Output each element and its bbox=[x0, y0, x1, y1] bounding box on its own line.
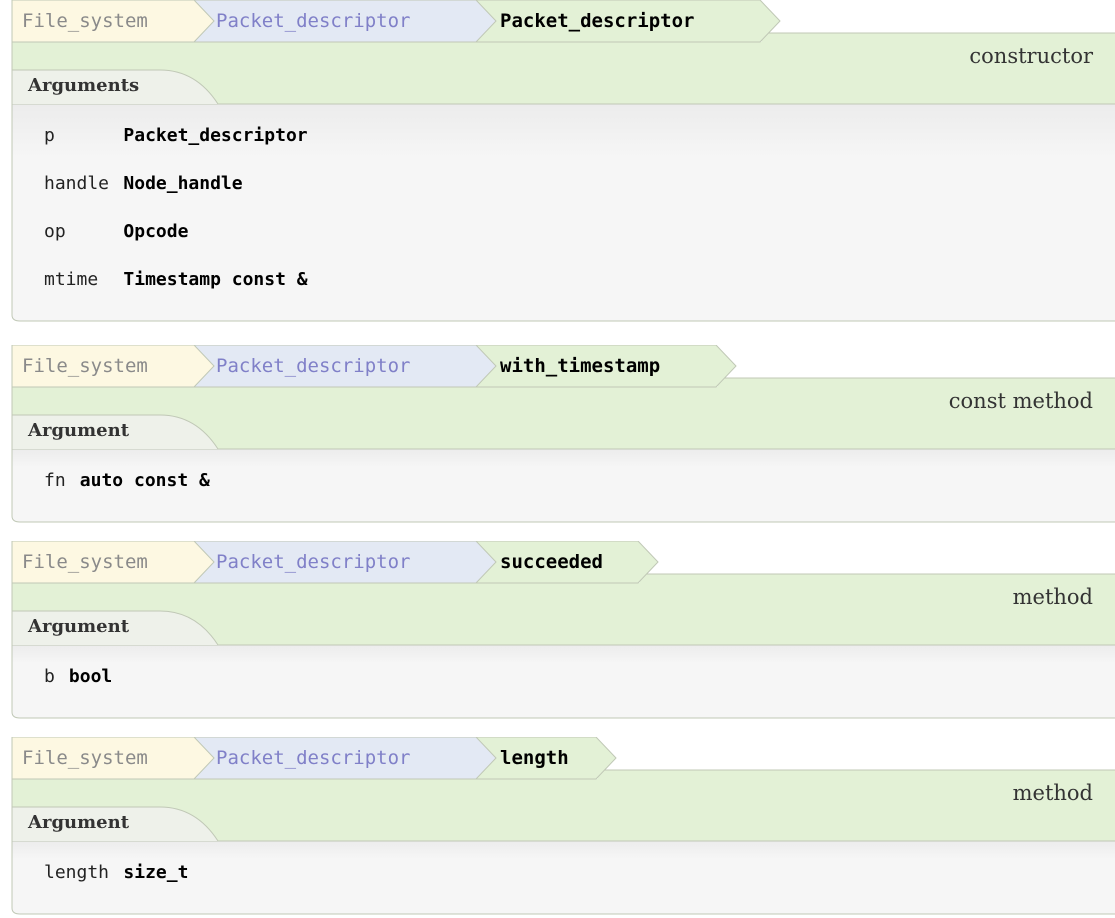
arguments-label: Argument bbox=[28, 812, 130, 833]
crumb-namespace[interactable]: File_system bbox=[22, 345, 148, 387]
argument-row: handle Node_handle bbox=[44, 160, 243, 208]
crumb-namespace[interactable]: File_system bbox=[22, 0, 148, 42]
crumb-namespace[interactable]: File_system bbox=[22, 541, 148, 583]
doc-entry: File_system Packet_descriptor with_timesta… bbox=[0, 345, 1115, 526]
crumb-member: succeeded bbox=[500, 551, 603, 573]
member-kind: const method bbox=[948, 389, 1093, 413]
argument-type[interactable]: auto const & bbox=[80, 457, 210, 505]
member-kind: method bbox=[1012, 585, 1093, 609]
crumb-member: length bbox=[500, 747, 569, 769]
argument-name: length bbox=[44, 862, 110, 883]
argument-name: b bbox=[44, 666, 55, 687]
argument-type[interactable]: Opcode bbox=[123, 208, 188, 256]
argument-name: fn bbox=[44, 470, 66, 491]
arguments-panel bbox=[11, 644, 1115, 719]
argument-row: b bool bbox=[44, 653, 112, 701]
crumb-namespace[interactable]: File_system bbox=[22, 737, 148, 779]
doc-entry: File_system Packet_descriptor Packet_descr… bbox=[0, 0, 1115, 325]
argument-row: length size_t bbox=[44, 849, 188, 897]
arguments-label: Argument bbox=[28, 616, 130, 637]
argument-type[interactable]: Node_handle bbox=[123, 160, 242, 208]
argument-type[interactable]: Timestamp const & bbox=[123, 256, 307, 304]
member-kind: constructor bbox=[969, 44, 1093, 68]
argument-name: op bbox=[44, 221, 66, 242]
arguments-label: Argument bbox=[28, 420, 130, 441]
crumb-class[interactable]: Packet_descriptor bbox=[216, 0, 410, 42]
argument-type[interactable]: size_t bbox=[123, 849, 188, 897]
crumb-member: with_timestamp bbox=[500, 355, 661, 377]
argument-name: mtime bbox=[44, 269, 99, 290]
argument-row: p Packet_descriptor bbox=[44, 112, 308, 160]
argument-row: fn auto const & bbox=[44, 457, 210, 505]
crumb-class[interactable]: Packet_descriptor bbox=[216, 345, 410, 387]
member-kind: method bbox=[1012, 781, 1093, 805]
crumb-class[interactable]: Packet_descriptor bbox=[216, 737, 410, 779]
argument-name: handle bbox=[44, 173, 110, 194]
arguments-label: Arguments bbox=[28, 75, 140, 96]
crumb-member: Packet_descriptor bbox=[500, 10, 695, 32]
doc-entry: File_system Packet_descriptor succeeded met… bbox=[0, 541, 1115, 722]
argument-type[interactable]: Packet_descriptor bbox=[123, 112, 307, 160]
doc-entry: File_system Packet_descriptor length method… bbox=[0, 737, 1115, 918]
argument-row: op Opcode bbox=[44, 208, 188, 256]
argument-type[interactable]: bool bbox=[69, 653, 112, 701]
argument-name: p bbox=[44, 125, 55, 146]
crumb-class[interactable]: Packet_descriptor bbox=[216, 541, 410, 583]
argument-row: mtime Timestamp const & bbox=[44, 256, 308, 304]
